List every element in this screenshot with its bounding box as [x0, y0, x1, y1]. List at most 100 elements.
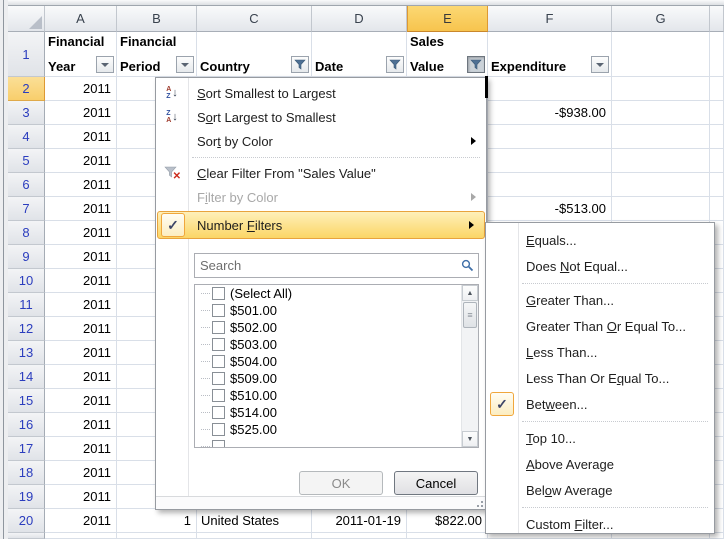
value-checkbox[interactable]	[212, 372, 225, 385]
value-checkbox[interactable]	[212, 389, 225, 402]
cell-financial-year[interactable]: 2011	[45, 101, 117, 125]
value-checkbox[interactable]	[212, 423, 225, 436]
cell-financial-year[interactable]: 2011	[45, 365, 117, 389]
submenu-item-custom-filter[interactable]: Custom Filter...	[486, 511, 714, 537]
row-number[interactable]: 7	[8, 197, 45, 221]
row-number[interactable]: 4	[8, 125, 45, 149]
filter-funnel-button-active[interactable]	[467, 56, 485, 73]
row-number[interactable]: 1	[8, 32, 45, 77]
cell-financial-year[interactable]: 2011	[45, 413, 117, 437]
header-cell-financial-period[interactable]: Financial Period	[117, 32, 197, 77]
cell-sales-value[interactable]	[407, 533, 488, 539]
cell-partial[interactable]	[710, 149, 724, 173]
submenu-item-does-not-equal[interactable]: Does Not Equal...	[486, 253, 714, 279]
value-checkbox[interactable]	[212, 321, 225, 334]
cell-financial-year[interactable]: 2011	[45, 437, 117, 461]
value-checkbox[interactable]	[212, 355, 225, 368]
cell-financial-year[interactable]: 2011	[45, 509, 117, 533]
cancel-button[interactable]: Cancel	[394, 471, 478, 495]
submenu-item-below-average[interactable]: Below Average	[486, 477, 714, 503]
cell-financial-year[interactable]: 2011	[45, 341, 117, 365]
cell-expenditure[interactable]	[488, 173, 612, 197]
header-cell-date[interactable]: Date	[312, 32, 407, 77]
cell-financial-year[interactable]	[45, 533, 117, 539]
cell-empty[interactable]	[612, 173, 710, 197]
column-header-e-selected[interactable]: E	[407, 6, 488, 32]
value-checkbox[interactable]	[212, 440, 225, 447]
cell-expenditure[interactable]	[488, 77, 612, 101]
submenu-item-greater-than[interactable]: Greater Than...	[486, 287, 714, 313]
submenu-item-above-average[interactable]: Above Average	[486, 451, 714, 477]
cell-expenditure[interactable]	[488, 149, 612, 173]
list-scrollbar[interactable]: ▲ ≡ ▼	[461, 285, 478, 447]
menu-item-sort-largest-to-smallest[interactable]: ZA↓ Sort Largest to Smallest	[156, 105, 486, 129]
header-cell-partial[interactable]	[710, 32, 724, 77]
cell-financial-year[interactable]: 2011	[45, 461, 117, 485]
row-number[interactable]: 5	[8, 149, 45, 173]
filter-value-item[interactable]: $514.00	[195, 404, 461, 421]
filter-value-item[interactable]: $510.00	[195, 387, 461, 404]
menu-item-sort-smallest-to-largest[interactable]: AZ↓ Sort Smallest to Largest	[156, 81, 486, 105]
row-number[interactable]	[8, 533, 45, 539]
cell-financial-year[interactable]: 2011	[45, 485, 117, 509]
filter-dropdown-button[interactable]	[591, 56, 609, 73]
row-number[interactable]: 11	[8, 293, 45, 317]
header-cell-empty[interactable]	[612, 32, 710, 77]
cell-expenditure[interactable]: -$938.00	[488, 101, 612, 125]
filter-value-item-partial[interactable]	[195, 438, 461, 447]
scroll-down-button[interactable]: ▼	[462, 431, 478, 447]
header-cell-sales-value[interactable]: Sales Value	[407, 32, 488, 77]
filter-value-item[interactable]: (Select All)	[195, 285, 461, 302]
cell-date[interactable]	[312, 533, 407, 539]
cell-financial-year[interactable]: 2011	[45, 245, 117, 269]
cell-partial[interactable]	[710, 173, 724, 197]
cell-country[interactable]	[197, 533, 312, 539]
header-cell-expenditure[interactable]: Expenditure	[488, 32, 612, 77]
cell-financial-period[interactable]: 1	[117, 509, 197, 533]
row-number[interactable]: 16	[8, 413, 45, 437]
cell-financial-year[interactable]: 2011	[45, 293, 117, 317]
value-checkbox[interactable]	[212, 287, 225, 300]
cell-partial[interactable]	[710, 101, 724, 125]
submenu-item-less-than[interactable]: Less Than...	[486, 339, 714, 365]
row-number[interactable]: 13	[8, 341, 45, 365]
menu-item-sort-by-color[interactable]: Sort by Color	[156, 129, 486, 153]
cell-partial[interactable]	[710, 77, 724, 101]
cell-financial-year[interactable]: 2011	[45, 173, 117, 197]
cell-financial-year[interactable]: 2011	[45, 197, 117, 221]
filter-dropdown-button[interactable]	[176, 56, 194, 73]
filter-value-item[interactable]: $501.00	[195, 302, 461, 319]
cell-expenditure[interactable]	[488, 125, 612, 149]
menu-item-number-filters[interactable]: ✓ Number Filters	[157, 211, 485, 239]
filter-dropdown-button[interactable]	[96, 56, 114, 73]
column-header-g[interactable]: G	[612, 6, 710, 32]
submenu-item-top-10[interactable]: Top 10...	[486, 425, 714, 451]
filter-value-item[interactable]: $525.00	[195, 421, 461, 438]
cell-empty[interactable]	[612, 101, 710, 125]
filter-value-item[interactable]: $504.00	[195, 353, 461, 370]
cell-sales-value[interactable]: $822.00	[407, 509, 488, 533]
cell-financial-year[interactable]: 2011	[45, 221, 117, 245]
resize-grip[interactable]	[473, 499, 483, 507]
cell-financial-period[interactable]	[117, 533, 197, 539]
header-cell-country[interactable]: Country	[197, 32, 312, 77]
cell-date[interactable]: 2011-01-19	[312, 509, 407, 533]
submenu-item-equals[interactable]: Equals...	[486, 227, 714, 253]
row-number[interactable]: 8	[8, 221, 45, 245]
cell-empty[interactable]	[612, 197, 710, 221]
cell-financial-year[interactable]: 2011	[45, 389, 117, 413]
cell-empty[interactable]	[612, 149, 710, 173]
menu-item-filter-by-color[interactable]: Filter by Color	[156, 185, 486, 209]
ok-button[interactable]: OK	[299, 471, 383, 495]
submenu-item-between[interactable]: ✓ Between...	[486, 391, 714, 417]
row-number[interactable]: 9	[8, 245, 45, 269]
column-header-d[interactable]: D	[312, 6, 407, 32]
row-number[interactable]: 6	[8, 173, 45, 197]
column-header-c[interactable]: C	[197, 6, 312, 32]
row-number[interactable]: 20	[8, 509, 45, 533]
filter-value-item[interactable]: $502.00	[195, 319, 461, 336]
cell-financial-year[interactable]: 2011	[45, 269, 117, 293]
cell-financial-year[interactable]: 2011	[45, 149, 117, 173]
column-header-f[interactable]: F	[488, 6, 612, 32]
row-number[interactable]: 15	[8, 389, 45, 413]
